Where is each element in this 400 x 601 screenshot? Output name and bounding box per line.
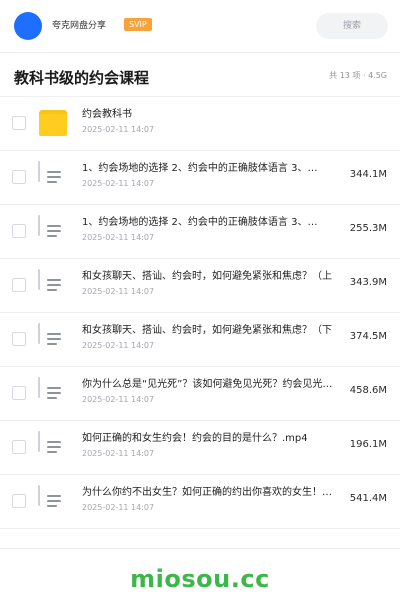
document-icon bbox=[38, 269, 68, 300]
page-title: 教科书级的约会课程 bbox=[14, 69, 150, 87]
file-size: 344.1M bbox=[349, 169, 387, 180]
document-icon bbox=[38, 215, 68, 246]
folder-icon bbox=[38, 108, 68, 138]
row-checkbox[interactable] bbox=[12, 116, 26, 130]
file-date: 2025-02-11 14:07 bbox=[82, 503, 155, 512]
file-size: 541.4M bbox=[349, 493, 387, 504]
file-date: 2025-02-11 14:07 bbox=[82, 233, 155, 242]
avatar[interactable] bbox=[14, 12, 42, 40]
file-size: 343.9M bbox=[349, 277, 387, 288]
file-date: 2025-02-11 14:07 bbox=[82, 125, 155, 134]
row-checkbox[interactable] bbox=[12, 278, 26, 292]
file-name: 为什么你约不出女生？如何正确的约出你喜欢的女生！… bbox=[82, 487, 332, 498]
file-row[interactable]: 1、约会场地的选择 2、约会中的正确肢体语言 3、… 2025-02-11 14… bbox=[0, 150, 400, 205]
file-size: 196.1M bbox=[349, 439, 387, 450]
file-name: 你为什么总是“见光死”？该如何避免见光死？约会见光… bbox=[82, 379, 333, 390]
svip-badge: SVIP bbox=[124, 18, 152, 31]
site-watermark: miosou.cc bbox=[130, 565, 270, 593]
document-icon bbox=[38, 377, 68, 408]
file-name: 1、约会场地的选择 2、约会中的正确肢体语言 3、… bbox=[82, 217, 318, 228]
file-row[interactable]: 和女孩聊天、搭讪、约会时，如何避免紧张和焦虑？（下 2025-02-11 14:… bbox=[0, 312, 400, 367]
row-checkbox[interactable] bbox=[12, 170, 26, 184]
document-icon bbox=[38, 431, 68, 462]
file-row[interactable]: 1、约会场地的选择 2、约会中的正确肢体语言 3、… 2025-02-11 14… bbox=[0, 204, 400, 259]
document-icon bbox=[38, 161, 68, 192]
row-checkbox[interactable] bbox=[12, 332, 26, 346]
file-name: 和女孩聊天、搭讪、约会时，如何避免紧张和焦虑？（上 bbox=[82, 271, 332, 282]
row-checkbox[interactable] bbox=[12, 440, 26, 454]
file-name: 1、约会场地的选择 2、约会中的正确肢体语言 3、… bbox=[82, 163, 318, 174]
file-date: 2025-02-11 14:07 bbox=[82, 449, 155, 458]
owner-name: 夸克网盘分享 bbox=[52, 21, 107, 31]
row-checkbox[interactable] bbox=[12, 386, 26, 400]
file-row[interactable]: 约会教科书 2025-02-11 14:07 bbox=[0, 96, 400, 151]
document-icon bbox=[38, 485, 68, 516]
file-row[interactable]: 和女孩聊天、搭讪、约会时，如何避免紧张和焦虑？（上 2025-02-11 14:… bbox=[0, 258, 400, 313]
file-size: 374.5M bbox=[349, 331, 387, 342]
file-name: 如何正确的和女生约会！约会的目的是什么？.mp4 bbox=[82, 433, 308, 444]
file-date: 2025-02-11 14:07 bbox=[82, 179, 155, 188]
file-date: 2025-02-11 14:07 bbox=[82, 341, 155, 350]
file-name: 约会教科书 bbox=[82, 109, 132, 120]
file-size: 458.6M bbox=[349, 385, 387, 396]
file-size: 255.3M bbox=[349, 223, 387, 234]
search-input[interactable] bbox=[316, 13, 388, 39]
file-date: 2025-02-11 14:07 bbox=[82, 287, 155, 296]
file-row[interactable]: 如何正确的和女生约会！约会的目的是什么？.mp4 2025-02-11 14:0… bbox=[0, 420, 400, 475]
file-date: 2025-02-11 14:07 bbox=[82, 395, 155, 404]
row-checkbox[interactable] bbox=[12, 494, 26, 508]
file-row[interactable]: 你为什么总是“见光死”？该如何避免见光死？约会见光… 2025-02-11 14… bbox=[0, 366, 400, 421]
file-name: 和女孩聊天、搭讪、约会时，如何避免紧张和焦虑？（下 bbox=[82, 325, 332, 336]
footer: miosou.cc bbox=[0, 548, 400, 601]
item-summary: 共 13 项 · 4.5G bbox=[329, 71, 387, 80]
document-icon bbox=[38, 323, 68, 354]
top-bar: 夸克网盘分享 SVIP bbox=[0, 0, 400, 53]
file-row[interactable]: 为什么你约不出女生？如何正确的约出你喜欢的女生！… 2025-02-11 14:… bbox=[0, 474, 400, 529]
folder-header: 教科书级的约会课程 共 13 项 · 4.5G bbox=[0, 52, 400, 97]
row-checkbox[interactable] bbox=[12, 224, 26, 238]
